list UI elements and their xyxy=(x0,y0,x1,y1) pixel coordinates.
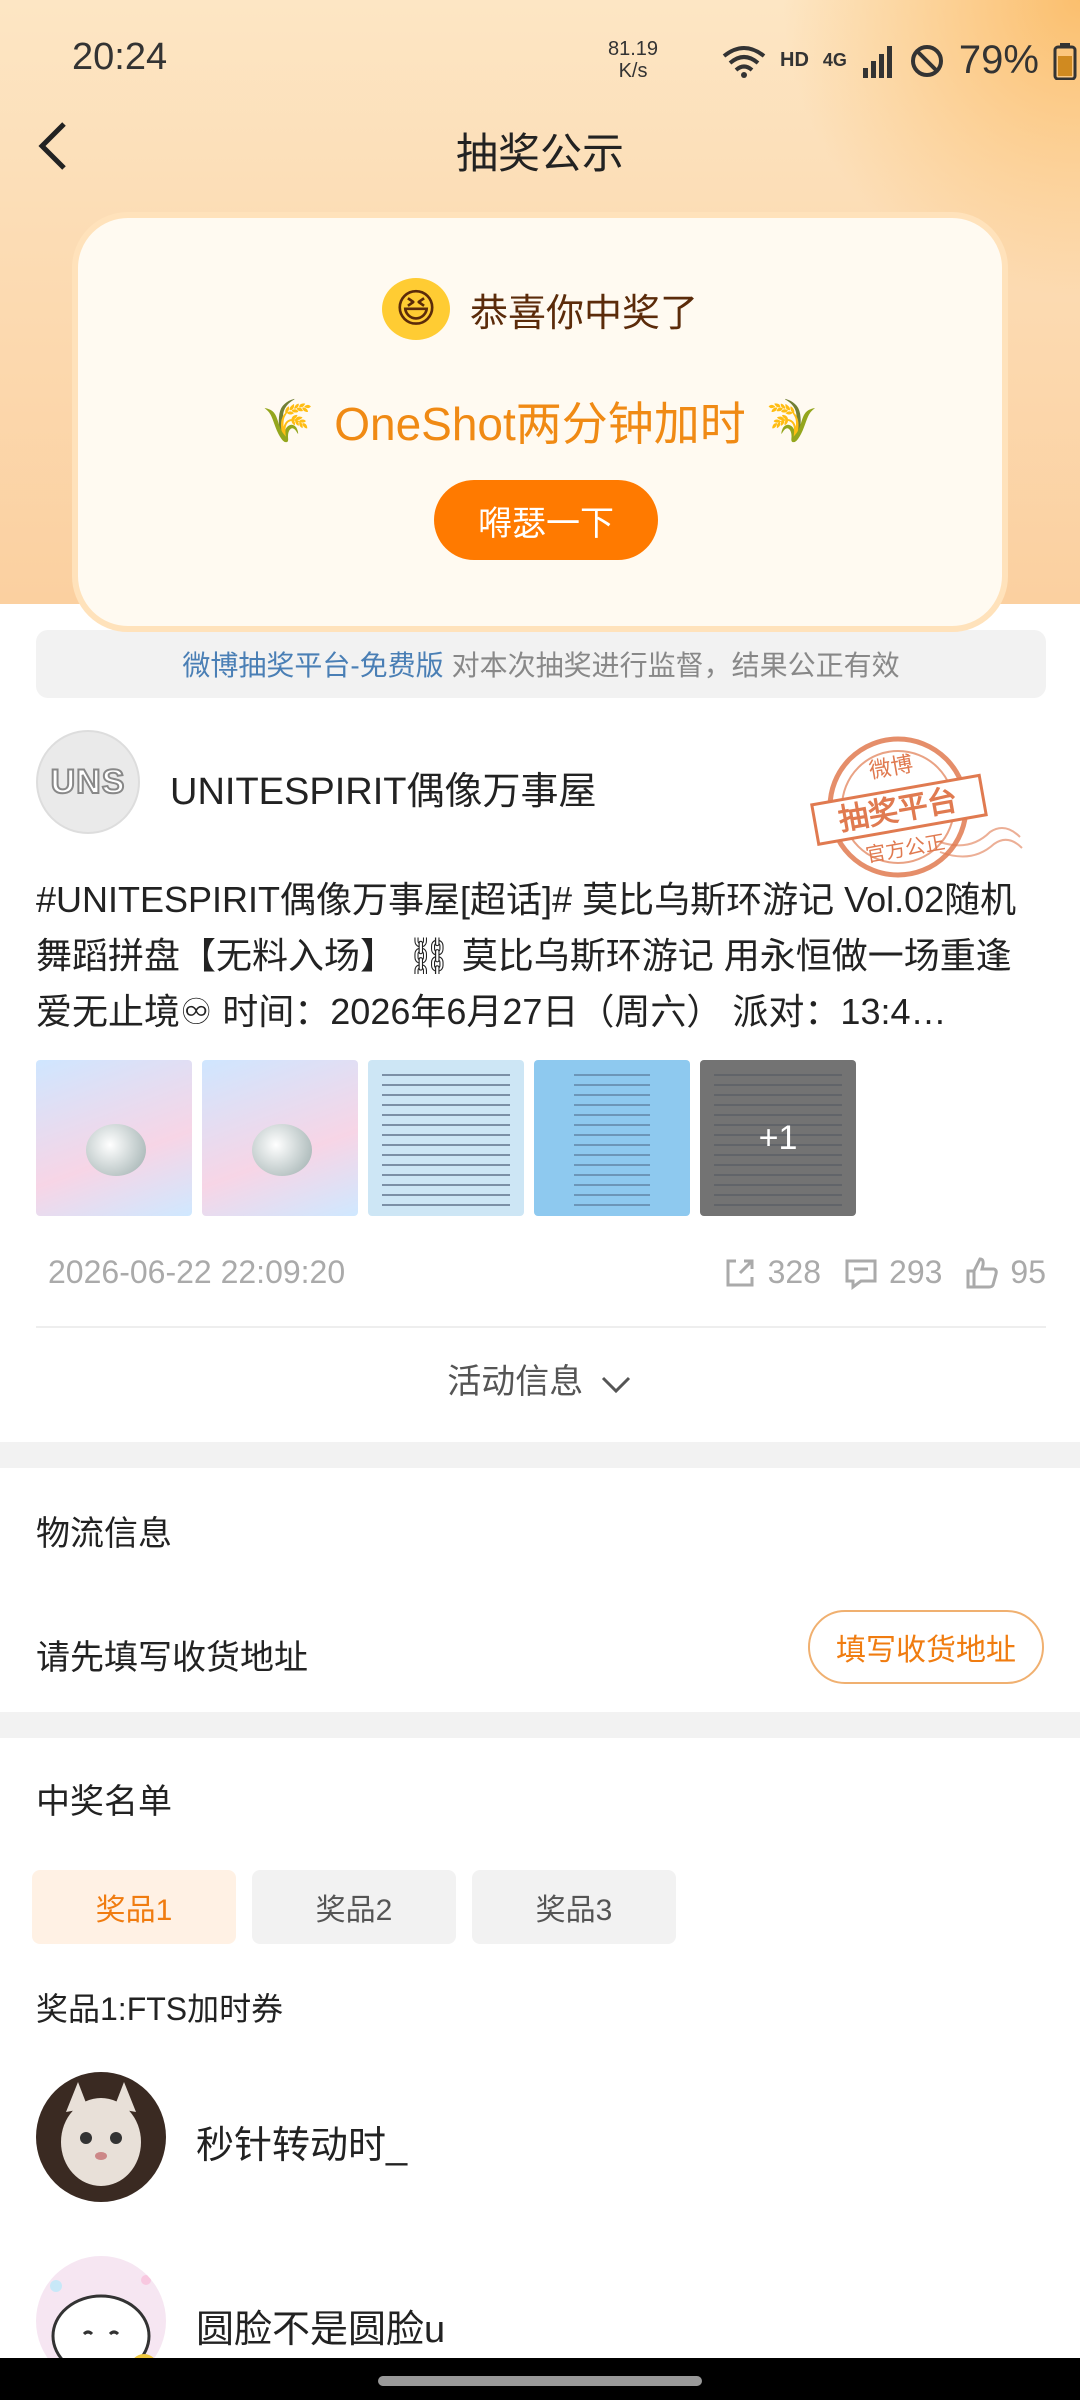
comment-stat[interactable]: 293 xyxy=(843,1254,942,1291)
logistics-section: 物流信息 请先填写收货地址 填写收货地址 xyxy=(0,1468,1080,1712)
thumbs-up-icon xyxy=(966,1256,999,1288)
prize-name: OneShot两分钟加时 xyxy=(334,398,746,450)
song-list-graphic xyxy=(574,1074,650,1206)
tab-prize-1[interactable]: 奖品1 xyxy=(32,1870,236,1944)
post-text[interactable]: #UNITESPIRIT偶像万事屋[超话]# 莫比乌斯环游记 Vol.02随机舞… xyxy=(36,872,1046,1040)
battery-icon xyxy=(1053,42,1077,80)
status-icons: HD 4G 79% xyxy=(722,38,1077,83)
post-images: +1 xyxy=(36,1060,856,1216)
top-bar: 抽奖公示 xyxy=(0,110,1080,190)
lottery-detail-section: 微博抽奖平台-免费版 对本次抽奖进行监督，结果公正有效 UNS UNITESPI… xyxy=(0,604,1080,1442)
address-prompt: 请先填写收货地址 xyxy=(36,1639,308,1677)
result-card: 😆 恭喜你中奖了 🌾 OneShot两分钟加时 🌾 嘚瑟一下 xyxy=(72,212,1008,632)
comment-icon xyxy=(845,1259,877,1290)
celebrate-emoji-icon: 😆 xyxy=(381,278,450,340)
system-nav-bar xyxy=(0,2358,1080,2400)
post-meta: 2026-06-22 22:09:20 328 293 95 xyxy=(36,1244,1046,1304)
account-name[interactable]: UNITESPIRIT偶像万事屋 xyxy=(170,760,596,815)
divider xyxy=(36,1326,1046,1328)
network-speed: 81.19 K/s xyxy=(608,38,658,82)
congrats-row: 😆 恭喜你中奖了 xyxy=(78,278,1002,340)
logistics-title: 物流信息 xyxy=(36,1515,172,1553)
speed-value: 81.19 xyxy=(608,38,659,60)
cat-avatar-icon xyxy=(36,2072,166,2202)
laurel-left-icon: 🌾 xyxy=(261,396,315,444)
post-image-more[interactable]: +1 xyxy=(700,1060,856,1216)
home-gesture-bar[interactable] xyxy=(378,2376,702,2386)
platform-notice-text: 对本次抽奖进行监督，结果公正有效 xyxy=(451,650,900,681)
wifi-icon xyxy=(722,45,766,78)
status-bar: 20:24 81.19 K/s HD 4G 79% xyxy=(0,0,1080,110)
prize-row: 🌾 OneShot两分钟加时 🌾 xyxy=(78,388,1002,454)
winner-name[interactable]: 圆脸不是圆脸u xyxy=(196,2298,445,2353)
speed-unit: K/s xyxy=(618,60,648,82)
share-icon xyxy=(726,1259,754,1286)
congrats-text: 恭喜你中奖了 xyxy=(469,292,698,335)
chevron-down-icon xyxy=(601,1376,630,1394)
prize-tabs: 奖品1 奖品2 奖品3 xyxy=(32,1870,676,1944)
battery-level: 79% xyxy=(958,38,1039,82)
like-count: 95 xyxy=(1010,1254,1046,1290)
post-image[interactable] xyxy=(534,1060,690,1216)
heart-graphic xyxy=(86,1124,146,1176)
activity-info-label: 活动信息 xyxy=(447,1363,584,1401)
like-stat[interactable]: 95 xyxy=(964,1254,1046,1291)
lottery-stamp-icon: 微博 抽奖平台 官方公正 xyxy=(810,736,1023,878)
winners-section: 中奖名单 奖品1 奖品2 奖品3 奖品1:FTS加时券 秒针转动时_ 圆脸不是圆… xyxy=(0,1738,1080,2400)
song-list-graphic xyxy=(382,1074,510,1206)
laurel-right-icon: 🌾 xyxy=(765,396,819,444)
platform-link[interactable]: 微博抽奖平台-免费版 xyxy=(182,644,443,684)
tab-prize-3[interactable]: 奖品3 xyxy=(472,1870,676,1944)
more-images-count: +1 xyxy=(700,1060,856,1216)
signal-icon xyxy=(862,45,892,78)
winner-item[interactable]: 秒针转动时_ xyxy=(36,2072,1046,2202)
activity-info-toggle[interactable]: 活动信息 xyxy=(0,1354,1080,1403)
prize-label: 奖品1:FTS加时券 xyxy=(36,1991,284,2027)
post-image[interactable] xyxy=(36,1060,192,1216)
platform-notice: 微博抽奖平台-免费版 对本次抽奖进行监督，结果公正有效 xyxy=(36,630,1046,698)
winners-title: 中奖名单 xyxy=(36,1783,172,1821)
winner-name[interactable]: 秒针转动时_ xyxy=(196,2114,407,2169)
dnd-icon xyxy=(910,44,943,77)
show-off-button[interactable]: 嘚瑟一下 xyxy=(434,480,658,560)
post-image[interactable] xyxy=(368,1060,524,1216)
heart-graphic xyxy=(252,1124,312,1176)
share-count: 328 xyxy=(767,1254,822,1290)
status-time: 20:24 xyxy=(72,36,168,78)
post-timestamp: 2026-06-22 22:09:20 xyxy=(48,1254,346,1290)
share-stat[interactable]: 328 xyxy=(722,1254,821,1291)
tab-prize-2[interactable]: 奖品2 xyxy=(252,1870,456,1944)
post-image[interactable] xyxy=(202,1060,358,1216)
page-title: 抽奖公示 xyxy=(455,130,624,177)
avatar[interactable] xyxy=(36,2072,166,2202)
account-avatar[interactable]: UNS xyxy=(36,730,140,834)
post-stats: 328 293 95 xyxy=(722,1254,1046,1291)
comment-count: 293 xyxy=(889,1254,943,1290)
network-type: 4G xyxy=(822,50,847,70)
hd-label: HD xyxy=(780,49,809,71)
fill-address-button[interactable]: 填写收货地址 xyxy=(808,1610,1044,1684)
